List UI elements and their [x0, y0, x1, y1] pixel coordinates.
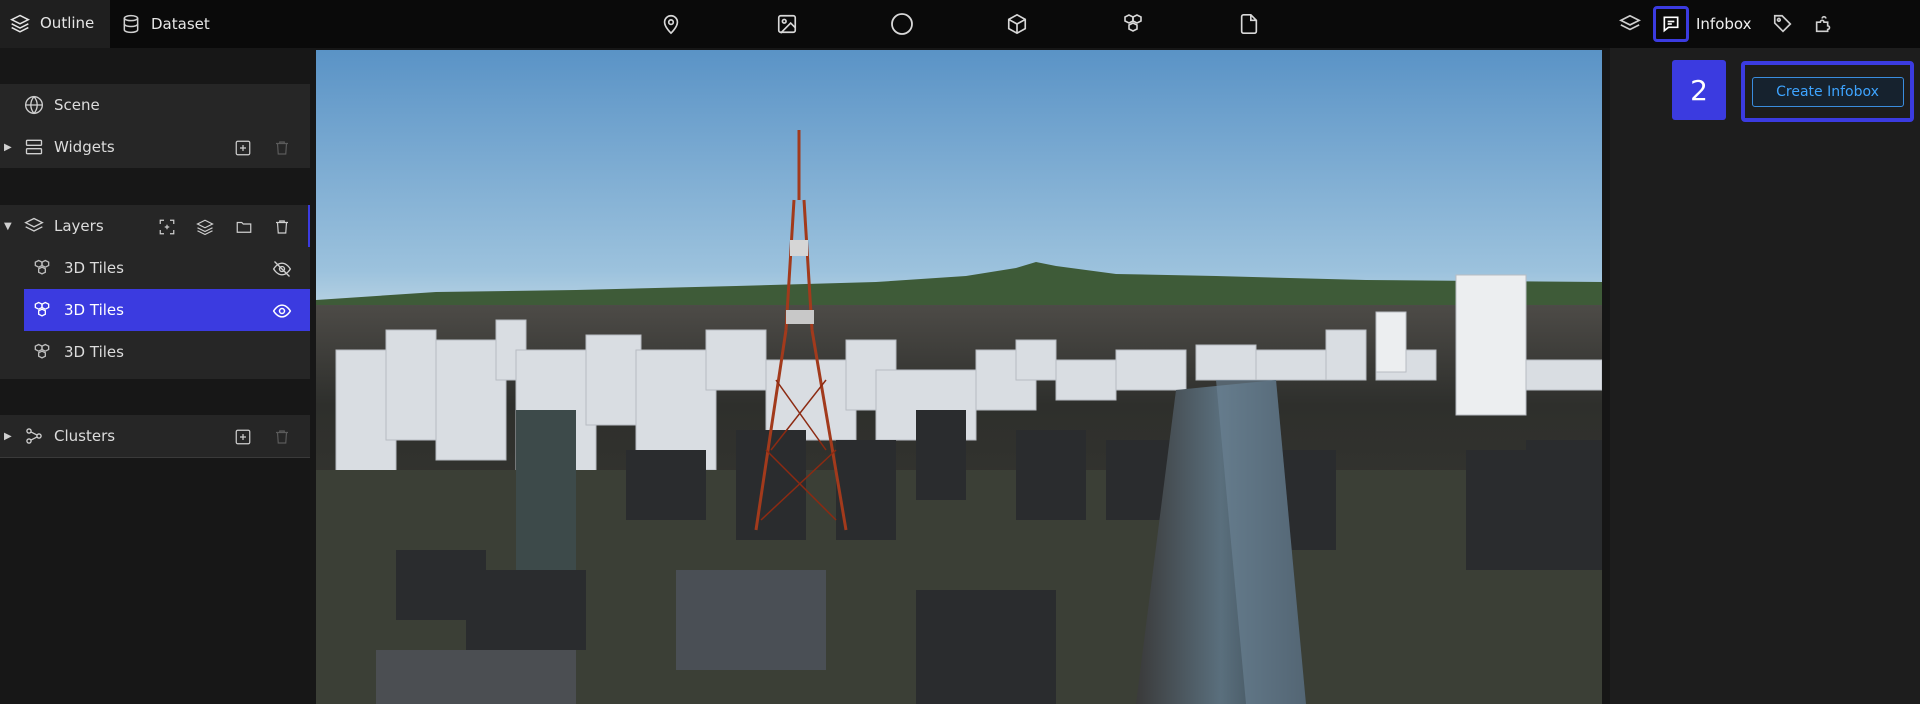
- outline-panel: Scene ▶ Widgets ▼ Layers 3D Tiles 3D Til…: [0, 48, 316, 704]
- tag-icon[interactable]: [1770, 11, 1796, 37]
- layer-item[interactable]: 3D Tiles: [0, 331, 310, 373]
- puzzle-icon[interactable]: [1811, 11, 1837, 37]
- add-widget-icon[interactable]: [233, 138, 253, 158]
- polygon-icon[interactable]: [1004, 11, 1030, 37]
- top-toolbar: Outline Dataset Infobox: [0, 0, 1920, 48]
- widgets-icon: [25, 139, 43, 155]
- layers-group: ▼ Layers 3D Tiles 3D Tiles 3D Tiles: [0, 205, 310, 379]
- caret-right-icon[interactable]: ▶: [4, 431, 12, 442]
- create-infobox-highlight: Create Infobox: [1741, 61, 1914, 122]
- tab-outline[interactable]: Outline: [0, 0, 110, 48]
- delete-cluster-icon: [272, 427, 292, 447]
- widgets-row[interactable]: ▶ Widgets: [0, 126, 310, 168]
- create-infobox-button[interactable]: Create Infobox: [1751, 76, 1904, 107]
- clusters-row[interactable]: ▶ Clusters: [0, 415, 310, 457]
- scene-label: Scene: [54, 96, 100, 114]
- globe-icon: [25, 95, 43, 115]
- layers-row[interactable]: ▼ Layers: [0, 205, 310, 247]
- map-viewport[interactable]: [316, 50, 1602, 704]
- folder-icon[interactable]: [234, 217, 254, 237]
- map-pin-icon[interactable]: [658, 11, 684, 37]
- 3d-tiles-icon: [34, 301, 50, 317]
- clusters-label: Clusters: [54, 427, 116, 445]
- tab-outline-label: Outline: [40, 14, 95, 32]
- layer-item-label: 3D Tiles: [64, 259, 124, 277]
- delete-layer-icon[interactable]: [272, 217, 292, 237]
- chat-box-icon[interactable]: [1653, 6, 1689, 42]
- layers-icon: [24, 217, 44, 232]
- database-icon: [123, 14, 139, 34]
- eye-icon[interactable]: [272, 301, 292, 321]
- cluster-icon: [26, 428, 42, 444]
- layer-item-label: 3D Tiles: [64, 301, 124, 319]
- add-sketch-layer-icon[interactable]: [157, 217, 177, 237]
- 3d-tiles-icon: [34, 259, 50, 275]
- tab-dataset-label: Dataset: [151, 15, 210, 33]
- tab-infobox-label: Infobox: [1696, 15, 1752, 33]
- 3d-tiles-icon[interactable]: [1120, 11, 1146, 37]
- image-icon[interactable]: [774, 11, 800, 37]
- layer-item-label: 3D Tiles: [64, 343, 124, 361]
- circle-icon[interactable]: [889, 11, 915, 37]
- layer-item-selected[interactable]: 3D Tiles: [24, 289, 310, 331]
- widgets-label: Widgets: [54, 138, 115, 156]
- layers-icon: [10, 14, 30, 33]
- tab-infobox[interactable]: Infobox: [1653, 6, 1752, 42]
- scene-row[interactable]: Scene: [0, 84, 310, 126]
- clusters-group: ▶ Clusters: [0, 415, 310, 458]
- caret-down-icon[interactable]: ▼: [4, 221, 12, 232]
- caret-right-icon[interactable]: ▶: [4, 142, 12, 153]
- layer-style-icon[interactable]: [1617, 11, 1643, 37]
- file-icon[interactable]: [1236, 11, 1262, 37]
- step-badge: 2: [1672, 60, 1726, 120]
- add-cluster-icon[interactable]: [233, 427, 253, 447]
- 3d-tiles-icon: [34, 343, 50, 359]
- city-3d-scene: [316, 130, 1602, 704]
- infobox-panel: [1610, 48, 1920, 704]
- add-layer-style-icon[interactable]: [195, 217, 215, 237]
- layers-label: Layers: [54, 217, 104, 235]
- delete-widget-icon: [272, 138, 292, 158]
- layer-item[interactable]: 3D Tiles: [0, 247, 310, 289]
- eye-off-icon[interactable]: [272, 259, 292, 279]
- scene-group: Scene ▶ Widgets: [0, 84, 310, 168]
- tab-dataset[interactable]: Dataset: [118, 0, 210, 48]
